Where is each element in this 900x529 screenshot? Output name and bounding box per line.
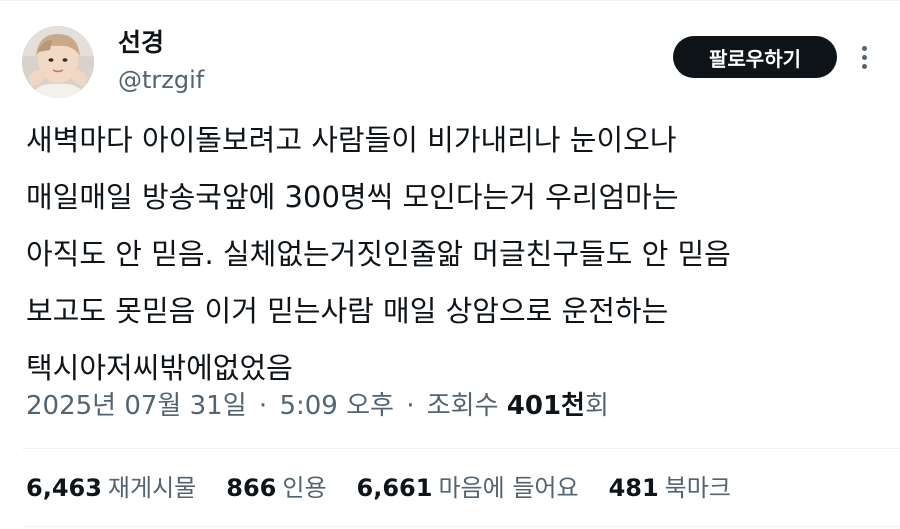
reposts-stat[interactable]: 6,463 재게시물	[26, 468, 196, 508]
reposts-count: 6,463	[26, 474, 102, 502]
stats-divider	[22, 448, 900, 449]
meta-separator: ·	[406, 391, 415, 421]
tweet-card: 선경 @trzgif 팔로우하기 새벽마다 아이돌보려고 사람들이 비가내리나 …	[0, 0, 900, 529]
bookmarks-stat[interactable]: 481 북마크	[609, 468, 731, 508]
display-name[interactable]: 선경	[118, 28, 164, 58]
user-handle[interactable]: @trzgif	[118, 65, 204, 95]
views-suffix: 회	[584, 391, 609, 421]
post-text: 새벽마다 아이돌보려고 사람들이 비가내리나 눈이오나 매일매일 방송국앞에 3…	[26, 112, 886, 397]
engagement-stats: 6,463 재게시물 866 인용 6,661 마음에 들어요 481 북마크	[26, 468, 731, 508]
likes-stat[interactable]: 6,661 마음에 들어요	[357, 468, 579, 508]
avatar-image	[22, 26, 94, 98]
more-dots-icon	[861, 54, 867, 60]
views-label: 조회수	[426, 391, 499, 421]
avatar[interactable]	[22, 26, 94, 98]
more-dots-icon	[861, 63, 867, 69]
post-time[interactable]: 5:09 오후	[279, 391, 394, 421]
post-text-line: 매일매일 방송국앞에 300명씩 모인다는거 우리엄마는	[26, 180, 679, 214]
likes-count: 6,661	[356, 474, 433, 502]
bookmarks-label: 북마크	[664, 474, 731, 502]
meta-separator: ·	[258, 391, 268, 421]
post-meta: 2025년 07월 31일 · 5:09 오후 · 조회수 401천회	[26, 386, 609, 426]
quotes-count: 866	[226, 474, 277, 502]
post-text-line: 보고도 못믿음 이거 믿는사람 매일 상암으로 운전하는	[26, 294, 669, 328]
views-count: 401천	[506, 391, 585, 421]
more-options-button[interactable]	[852, 42, 876, 72]
more-dots-icon	[861, 45, 867, 51]
likes-label: 마음에 들어요	[438, 474, 579, 502]
post-text-line: 아직도 안 믿음. 실체없는거짓인줄앎 머글친구들도 안 믿음	[26, 237, 731, 271]
bookmarks-count: 481	[608, 474, 659, 502]
quotes-stat[interactable]: 866 인용	[226, 468, 326, 508]
top-divider	[0, 0, 900, 1]
bottom-divider	[22, 526, 900, 527]
post-date[interactable]: 2025년 07월 31일	[26, 391, 247, 421]
post-text-line: 새벽마다 아이돌보려고 사람들이 비가내리나 눈이오나	[26, 123, 677, 157]
follow-button[interactable]: 팔로우하기	[673, 36, 837, 78]
reposts-label: 재게시물	[107, 474, 197, 502]
quotes-label: 인용	[282, 474, 327, 502]
